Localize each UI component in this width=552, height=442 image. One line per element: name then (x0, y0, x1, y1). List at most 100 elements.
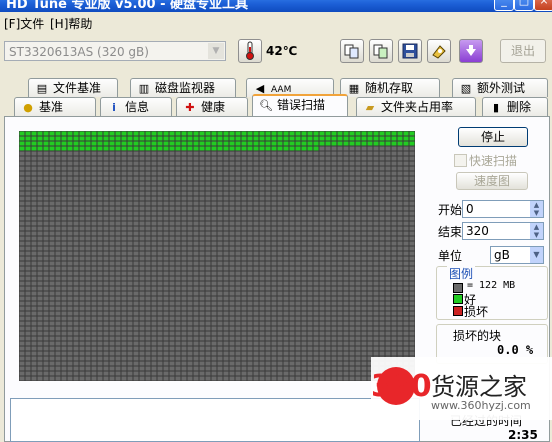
drive-select[interactable]: ST3320613AS (320 gB) ▼ (4, 41, 226, 61)
block-pending (193, 176, 199, 181)
block-good (73, 141, 79, 146)
close-button[interactable]: × (534, 0, 552, 11)
minimize-button[interactable]: _ (494, 0, 514, 11)
screenshot-icon[interactable] (427, 39, 451, 63)
block-pending (397, 181, 403, 186)
block-pending (373, 146, 379, 151)
options-icon[interactable] (459, 39, 483, 63)
block-pending (361, 331, 367, 336)
quick-scan-checkbox[interactable] (454, 154, 467, 167)
block-pending (61, 186, 67, 191)
block-pending (295, 176, 301, 181)
tab-folder-usage[interactable]: ▰ 文件夹占用率 (356, 97, 476, 116)
block-pending (85, 286, 91, 291)
block-pending (229, 366, 235, 371)
block-pending (31, 181, 37, 186)
tab-disk-monitor[interactable]: ▥ 磁盘监视器 (130, 78, 236, 97)
tab-random-access[interactable]: ▦ 随机存取 (340, 78, 440, 97)
block-pending (271, 286, 277, 291)
chevron-down-icon[interactable]: ▼ (208, 43, 224, 59)
block-pending (37, 356, 43, 361)
tab-benchmark[interactable]: ● 基准 (14, 97, 96, 116)
menu-file[interactable]: [F]文件 (4, 15, 44, 32)
block-pending (355, 351, 361, 356)
block-pending (229, 286, 235, 291)
block-pending (301, 361, 307, 366)
block-pending (331, 301, 337, 306)
speed-map-button[interactable]: 速度图 (456, 172, 528, 190)
block-pending (199, 181, 205, 186)
block-pending (325, 216, 331, 221)
block-pending (247, 311, 253, 316)
block-pending (271, 221, 277, 226)
block-pending (265, 191, 271, 196)
start-field[interactable]: 0 ▲ ▼ (462, 200, 544, 218)
tab-error-scan[interactable]: 🔍︎ 错误扫描 (252, 94, 348, 116)
block-pending (289, 296, 295, 301)
block-pending (403, 306, 409, 311)
block-pending (103, 211, 109, 216)
block-pending (91, 226, 97, 231)
unit-select[interactable]: gB ▼ (490, 246, 544, 264)
save-icon[interactable] (398, 39, 422, 63)
block-pending (169, 206, 175, 211)
block-pending (259, 171, 265, 176)
block-pending (277, 286, 283, 291)
exit-button[interactable]: 退出 (500, 39, 546, 63)
block-pending (139, 256, 145, 261)
end-field[interactable]: 320 ▲ ▼ (462, 222, 544, 240)
menu-help[interactable]: [H]帮助 (50, 15, 92, 32)
block-pending (343, 321, 349, 326)
block-pending (85, 251, 91, 256)
block-pending (199, 221, 205, 226)
block-pending (307, 251, 313, 256)
block-good (85, 146, 91, 151)
block-pending (331, 356, 337, 361)
tab-extra-tests[interactable]: ▧ 额外测试 (452, 78, 548, 97)
tab-file-benchmark[interactable]: ▤ 文件基准 (28, 78, 118, 97)
block-pending (49, 286, 55, 291)
block-pending (367, 191, 373, 196)
copy-icon[interactable] (340, 39, 364, 63)
block-pending (265, 301, 271, 306)
block-pending (175, 216, 181, 221)
block-pending (361, 251, 367, 256)
tab-health[interactable]: ✚ 健康 (176, 97, 248, 116)
chevron-down-icon[interactable]: ▼ (530, 247, 543, 263)
tab-erase[interactable]: ▮ 删除 (482, 97, 548, 116)
block-good (181, 146, 187, 151)
block-pending (187, 241, 193, 246)
block-pending (37, 231, 43, 236)
maximize-button[interactable]: □ (514, 0, 534, 11)
block-pending (139, 331, 145, 336)
block-pending (169, 281, 175, 286)
block-pending (403, 241, 409, 246)
block-good (379, 131, 385, 136)
stop-button[interactable]: 停止 (458, 127, 528, 147)
block-pending (307, 306, 313, 311)
block-pending (271, 181, 277, 186)
block-pending (379, 341, 385, 346)
block-pending (49, 271, 55, 276)
block-pending (37, 296, 43, 301)
block-pending (271, 251, 277, 256)
block-pending (133, 276, 139, 281)
block-pending (307, 206, 313, 211)
block-pending (409, 171, 415, 176)
block-pending (163, 261, 169, 266)
block-pending (115, 226, 121, 231)
block-pending (361, 336, 367, 341)
block-pending (247, 191, 253, 196)
block-pending (337, 351, 343, 356)
block-pending (55, 201, 61, 206)
end-spinner[interactable]: ▲ ▼ (530, 223, 543, 239)
block-pending (97, 321, 103, 326)
copy-all-icon[interactable] (369, 39, 393, 63)
block-pending (403, 256, 409, 261)
block-pending (283, 366, 289, 371)
tab-info[interactable]: i 信息 (100, 97, 172, 116)
block-pending (409, 336, 415, 341)
start-spinner[interactable]: ▲ ▼ (530, 201, 543, 217)
block-good (145, 141, 151, 146)
block-good (211, 131, 217, 136)
